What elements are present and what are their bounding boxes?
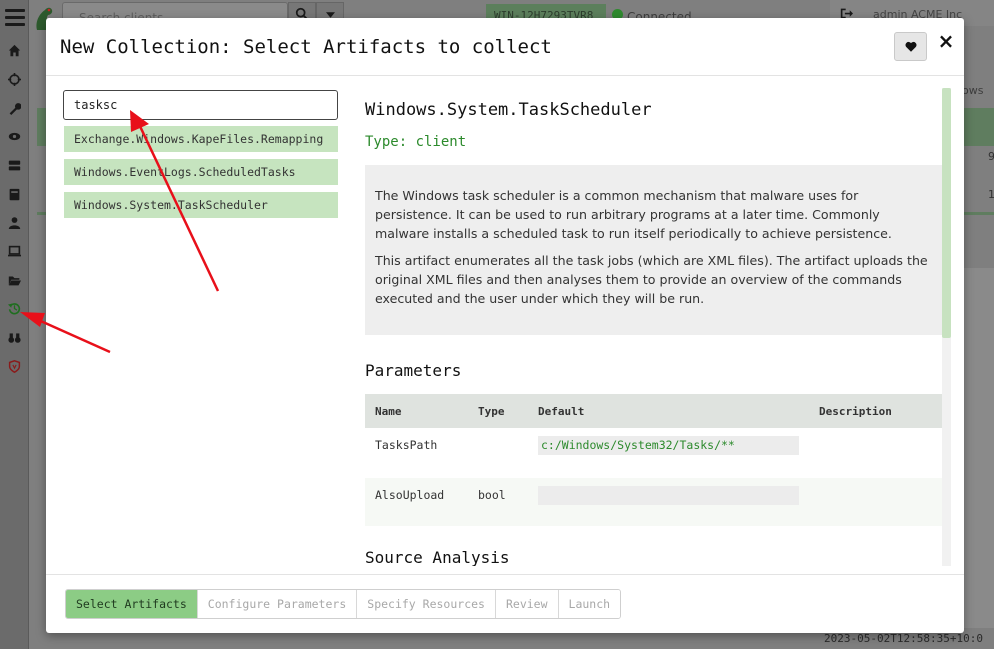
close-button[interactable]: × <box>936 29 956 53</box>
table-cell: 9 <box>988 150 994 163</box>
new-collection-modal: New Collection: Select Artifacts to coll… <box>46 18 964 633</box>
wizard-steps: Select Artifacts Configure Parameters Sp… <box>65 589 622 619</box>
book-icon[interactable] <box>6 186 22 202</box>
favorite-button[interactable] <box>894 32 927 61</box>
heart-icon <box>904 41 917 52</box>
crosshairs-icon[interactable] <box>6 71 22 87</box>
column-header-type: Type <box>478 404 505 418</box>
server-timestamp: 2023-05-02T12:58:35+10:0 <box>824 632 983 645</box>
step-configure-parameters[interactable]: Configure Parameters <box>197 590 358 618</box>
user-icon[interactable] <box>6 214 22 230</box>
table-cell: 1 <box>988 188 994 201</box>
list-item[interactable]: Exchange.Windows.KapeFiles.Remapping <box>64 126 338 152</box>
server-icon[interactable] <box>6 157 22 173</box>
param-default-value <box>538 486 799 505</box>
table-header-row: Name Type Default Description <box>365 394 942 428</box>
parameters-table: Name Type Default Description TasksPath … <box>365 394 942 526</box>
description-paragraph: This artifact enumerates all the task jo… <box>375 253 928 306</box>
step-launch[interactable]: Launch <box>558 590 621 618</box>
binoculars-icon[interactable] <box>6 329 22 345</box>
param-default-value: c:/Windows/System32/Tasks/** <box>538 436 799 455</box>
modal-footer: Select Artifacts Configure Parameters Sp… <box>46 574 964 633</box>
modal-title: New Collection: Select Artifacts to coll… <box>60 36 552 58</box>
column-header-name: Name <box>375 404 402 418</box>
artifact-results-list: Exchange.Windows.KapeFiles.Remapping Win… <box>64 126 338 225</box>
param-name: AlsoUpload <box>375 488 445 502</box>
list-item[interactable]: Windows.System.TaskScheduler <box>64 192 338 218</box>
param-name: TasksPath <box>375 438 438 452</box>
step-specify-resources[interactable]: Specify Resources <box>357 590 496 618</box>
sidebar <box>0 0 29 649</box>
modal-header: New Collection: Select Artifacts to coll… <box>46 18 964 76</box>
folder-open-icon[interactable] <box>6 272 22 288</box>
hamburger-menu-icon[interactable] <box>5 9 25 27</box>
param-type: bool <box>478 488 506 502</box>
artifact-name: Windows.System.TaskScheduler <box>365 100 652 120</box>
column-header-default: Default <box>538 404 585 418</box>
source-analysis-heading: Source Analysis <box>365 548 510 566</box>
home-icon[interactable] <box>6 42 22 58</box>
column-header-description: Description <box>819 404 892 418</box>
list-item[interactable]: Windows.EventLogs.ScheduledTasks <box>64 159 338 185</box>
parameters-heading: Parameters <box>365 361 462 380</box>
param-type <box>478 428 538 478</box>
artifact-search-input[interactable] <box>63 90 338 120</box>
param-description <box>819 478 942 526</box>
param-description <box>819 428 942 478</box>
laptop-icon[interactable] <box>6 243 22 259</box>
step-review[interactable]: Review <box>495 590 559 618</box>
columns-header-fragment: ows <box>962 84 984 97</box>
history-icon[interactable] <box>6 300 22 316</box>
details-scrollbar-thumb[interactable] <box>942 88 951 338</box>
step-select-artifacts[interactable]: Select Artifacts <box>66 590 198 618</box>
artifact-description: The Windows task scheduler is a common m… <box>365 165 942 335</box>
description-paragraph: The Windows task scheduler is a common m… <box>375 188 892 241</box>
shield-icon[interactable] <box>6 358 22 374</box>
artifact-type: Type: client <box>365 134 467 150</box>
eye-icon[interactable] <box>6 128 22 144</box>
table-row: TasksPath c:/Windows/System32/Tasks/** <box>365 428 942 478</box>
wrench-icon[interactable] <box>6 100 22 116</box>
table-row: AlsoUpload bool <box>365 478 942 526</box>
artifact-details: Windows.System.TaskScheduler Type: clien… <box>365 88 945 566</box>
